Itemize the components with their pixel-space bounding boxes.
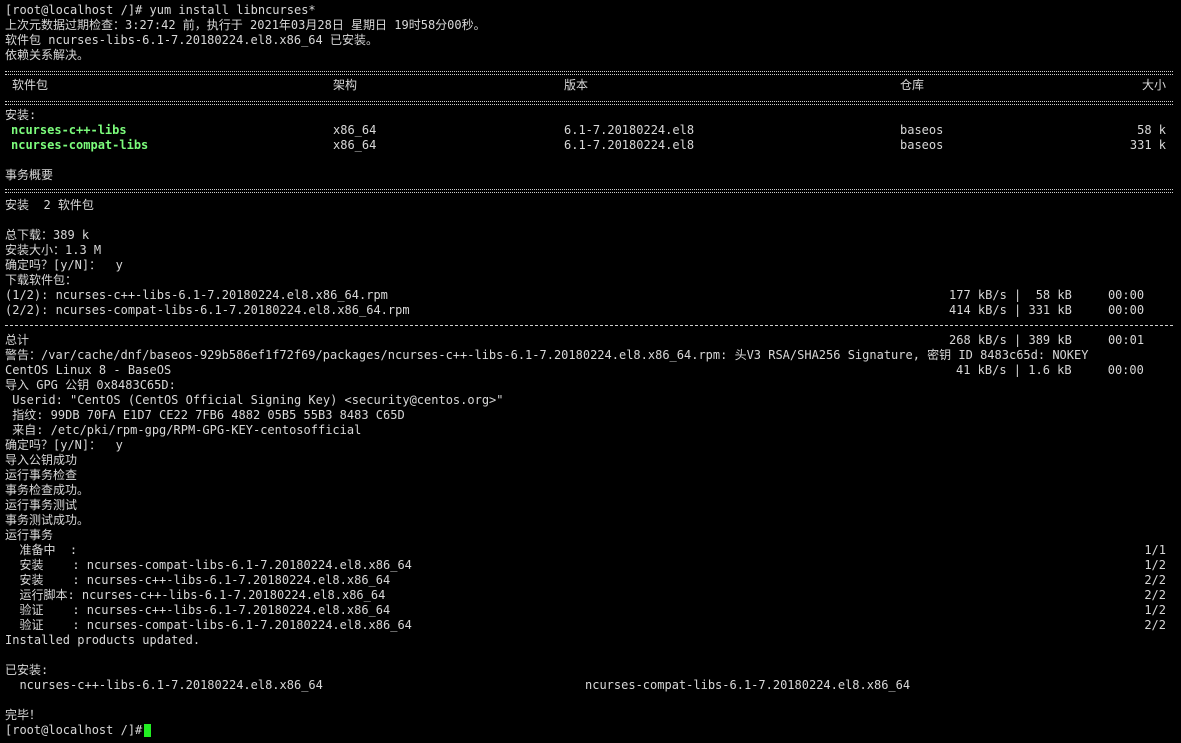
header-version: 版本: [564, 78, 589, 92]
table-rule: [5, 95, 1173, 110]
total-label: 总计: [5, 333, 30, 347]
package-arch: x86_64: [333, 138, 377, 152]
transaction-test-line: 运行事务测试: [5, 498, 78, 512]
summary-rule: [5, 183, 1173, 198]
download-file: (2/2): ncurses-compat-libs-6.1-7.2018022…: [5, 303, 410, 317]
metadata-check-line: 上次元数据过期检查：3:27:42 前，执行于 2021年03月28日 星期日 …: [5, 18, 486, 32]
package-version: 6.1-7.20180224.el8: [564, 123, 695, 137]
step-count: 2/2: [1144, 618, 1166, 632]
installed-products-line: Installed products updated.: [5, 633, 201, 647]
installed-package: ncurses-c++-libs-6.1-7.20180224.el8.x86_…: [5, 678, 323, 692]
done-line: 完毕！: [5, 708, 42, 722]
step-count: 1/2: [1144, 603, 1166, 617]
repo-stats: 41 kB/s | 1.6 kB 00:00: [956, 363, 1144, 377]
gpg-source: 来自: /etc/pki/rpm-gpg/RPM-GPG-KEY-centoso…: [5, 423, 362, 437]
repo-name: CentOS Linux 8 - BaseOS: [5, 363, 172, 377]
package-size: 58 k: [1137, 123, 1166, 137]
gpg-import-line: 导入 GPG 公钥 0x8483C65D:: [5, 378, 176, 392]
installed-package: ncurses-compat-libs-6.1-7.20180224.el8.x…: [585, 678, 911, 692]
step-count: 2/2: [1144, 588, 1166, 602]
running-transaction-line: 运行事务: [5, 528, 54, 542]
download-file: (1/2): ncurses-c++-libs-6.1-7.20180224.e…: [5, 288, 388, 302]
terminal-window[interactable]: [root@localhost /]# yum install libncurs…: [0, 0, 1181, 743]
header-arch: 架构: [333, 78, 358, 92]
package-name: ncurses-compat-libs: [11, 138, 149, 152]
transaction-step: 准备中 :: [5, 543, 78, 557]
package-version: 6.1-7.20180224.el8: [564, 138, 695, 152]
package-repo: baseos: [900, 123, 944, 137]
transaction-check-line: 运行事务检查: [5, 468, 78, 482]
package-arch: x86_64: [333, 123, 377, 137]
transaction-step: 运行脚本: ncurses-c++-libs-6.1-7.20180224.el…: [5, 588, 386, 602]
header-size: 大小: [1141, 78, 1166, 92]
command-line: [root@localhost /]# yum install libncurs…: [5, 3, 316, 17]
step-count: 2/2: [1144, 573, 1166, 587]
total-download-size: 总下载：389 k: [5, 228, 90, 242]
install-section-label: 安装:: [5, 108, 37, 122]
key-imported-line: 导入公钥成功: [5, 453, 78, 467]
installed-label: 已安装:: [5, 663, 49, 677]
transaction-summary-title: 事务概要: [5, 168, 54, 182]
download-stats: 177 kB/s | 58 kB 00:00: [949, 288, 1145, 302]
package-size: 331 k: [1129, 138, 1166, 152]
total-stats: 268 kB/s | 389 kB 00:01: [949, 333, 1145, 347]
downloading-label: 下载软件包：: [5, 273, 78, 287]
table-rule: [5, 65, 1173, 80]
transaction-test-ok-line: 事务测试成功。: [5, 513, 90, 527]
step-count: 1/1: [1144, 543, 1166, 557]
header-package: 软件包: [12, 78, 49, 92]
transaction-step: 验证 : ncurses-compat-libs-6.1-7.20180224.…: [5, 618, 412, 632]
package-name: ncurses-c++-libs: [11, 123, 127, 137]
gpg-fingerprint: 指纹: 99DB 70FA E1D7 CE22 7FB6 4882 05B5 5…: [5, 408, 405, 422]
signature-warning: 警告：/var/cache/dnf/baseos-929b586ef1f72f6…: [5, 348, 1089, 362]
step-count: 1/2: [1144, 558, 1166, 572]
transaction-check-ok-line: 事务检查成功。: [5, 483, 90, 497]
install-count: 安装 2 软件包: [5, 198, 94, 212]
dependencies-resolved-line: 依赖关系解决。: [5, 48, 90, 62]
shell-prompt[interactable]: [root@localhost /]#: [5, 723, 150, 738]
text-cursor: [144, 724, 151, 737]
download-stats: 414 kB/s | 331 kB 00:00: [949, 303, 1145, 317]
header-repo: 仓库: [900, 78, 925, 92]
already-installed-line: 软件包 ncurses-libs-6.1-7.20180224.el8.x86_…: [5, 33, 378, 47]
package-repo: baseos: [900, 138, 944, 152]
gpg-userid: Userid: "CentOS (CentOS Official Signing…: [5, 393, 504, 407]
confirm-prompt: 确定吗？[y/N]： y: [5, 438, 123, 452]
install-size: 安装大小：1.3 M: [5, 243, 102, 257]
transaction-step: 安装 : ncurses-compat-libs-6.1-7.20180224.…: [5, 558, 412, 572]
transaction-step: 安装 : ncurses-c++-libs-6.1-7.20180224.el8…: [5, 573, 391, 587]
download-divider: [5, 318, 1173, 333]
transaction-step: 验证 : ncurses-c++-libs-6.1-7.20180224.el8…: [5, 603, 391, 617]
confirm-prompt: 确定吗？[y/N]： y: [5, 258, 123, 272]
